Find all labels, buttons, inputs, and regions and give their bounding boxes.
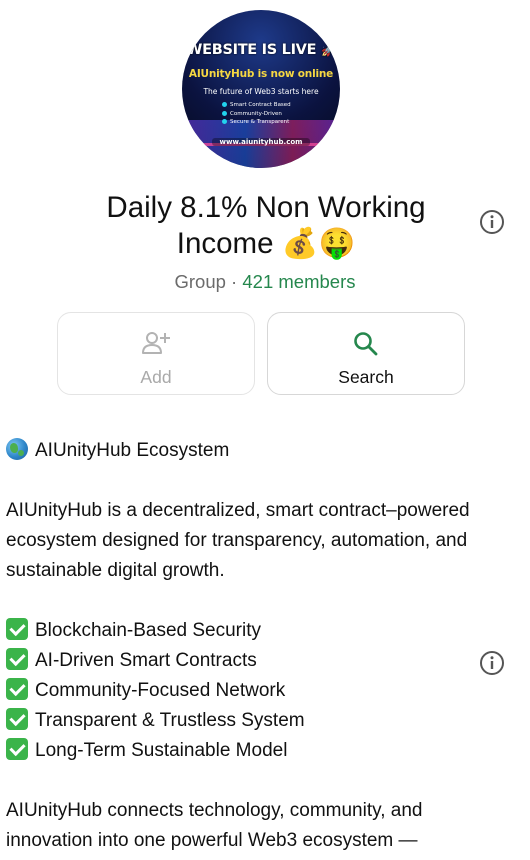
check-mark-icon: [6, 648, 28, 670]
add-button-label: Add: [140, 367, 172, 387]
group-subtitle: Group · 421 members: [0, 271, 530, 293]
group-type-label: Group: [174, 271, 226, 292]
check-dot-icon: [222, 110, 227, 116]
avatar-url: www.aiunityhub.com: [212, 138, 310, 146]
check-mark-icon: [6, 618, 28, 640]
avatar-tagline: The future of Web3 starts here: [203, 87, 319, 96]
members-count-link[interactable]: 421 members: [242, 271, 355, 292]
avatar-bullet: Community-Driven: [222, 110, 291, 119]
group-info-page: WEBSITE IS LIVE 🚀 AIUnityHub is now onli…: [0, 0, 530, 860]
description-heading: AIUnityHub Ecosystem: [6, 436, 476, 466]
subtitle-separator: ·: [225, 271, 243, 292]
feature-item: AI-Driven Smart Contracts: [6, 646, 476, 676]
feature-item: Blockchain-Based Security: [6, 616, 476, 646]
description-intro: AIUnityHub is a decentralized, smart con…: [6, 500, 470, 581]
group-description: AIUnityHub Ecosystem AIUnityHub is a dec…: [6, 436, 476, 856]
add-person-icon: [58, 330, 254, 358]
add-button[interactable]: Add: [57, 312, 255, 395]
feature-item: Transparent & Trustless System: [6, 706, 476, 736]
globe-icon: [6, 438, 28, 460]
check-mark-icon: [6, 738, 28, 760]
group-avatar[interactable]: WEBSITE IS LIVE 🚀 AIUnityHub is now onli…: [182, 10, 340, 168]
avatar-subline: AIUnityHub is now online: [188, 68, 334, 80]
info-icon[interactable]: [479, 209, 505, 235]
avatar-bullet: Secure & Transparent: [222, 118, 291, 127]
description-closing: AIUnityHub connects technology, communit…: [6, 800, 423, 851]
group-title: Daily 8.1% Non Working Income 💰🤑: [106, 191, 426, 260]
rocket-icon: 🚀: [320, 43, 336, 57]
feature-item: Long-Term Sustainable Model: [6, 736, 476, 766]
search-button[interactable]: Search: [267, 312, 465, 395]
avatar-headline: WEBSITE IS LIVE 🚀: [186, 42, 336, 58]
check-dot-icon: [222, 102, 227, 107]
feature-item: Community-Focused Network: [6, 676, 476, 706]
check-mark-icon: [6, 708, 28, 730]
check-mark-icon: [6, 678, 28, 700]
search-icon: [268, 330, 464, 358]
info-icon[interactable]: [479, 650, 505, 676]
avatar-bullet: Smart Contract Based: [222, 101, 291, 110]
check-dot-icon: [222, 119, 227, 124]
avatar-bullet-list: Smart Contract Based Community-Driven Se…: [222, 101, 291, 127]
search-button-label: Search: [338, 367, 394, 387]
